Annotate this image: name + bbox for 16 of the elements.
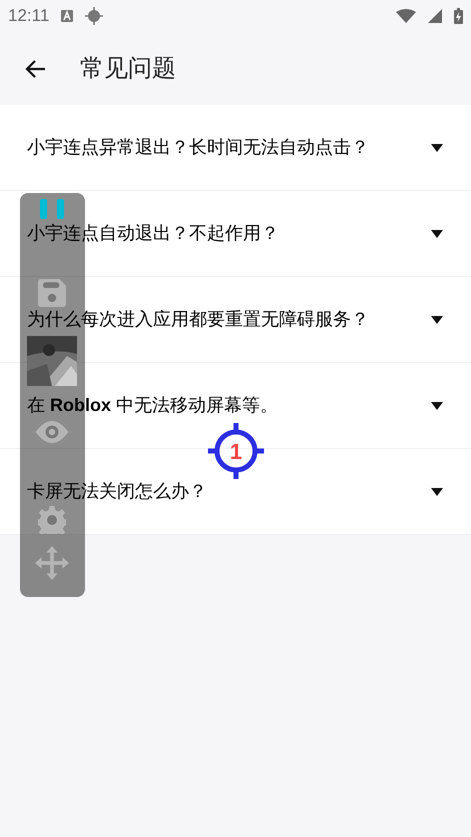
faq-question: 卡屏无法关闭怎么办？ [27,480,208,503]
location-icon [85,7,104,25]
keyboard-icon [61,10,74,22]
battery-icon [454,8,463,24]
signal-icon [428,9,442,23]
faq-question: 小宇连点自动退出？不起作用？ [27,222,280,245]
pause-icon[interactable] [40,199,64,219]
wifi-icon [396,9,416,23]
eye-icon[interactable] [35,421,69,443]
gear-icon[interactable] [38,506,66,534]
move-icon[interactable] [35,546,69,580]
faq-question: 为什么每次进入应用都要重置无障碍服务？ [27,308,370,331]
status-time: 12:11 [8,5,50,28]
faq-question: 小宇连点异常退出？长时间无法自动点击？ [27,136,370,159]
page-title: 常见问题 [80,54,176,84]
faq-item[interactable]: 小宇连点异常退出？长时间无法自动点击？ [0,105,471,191]
